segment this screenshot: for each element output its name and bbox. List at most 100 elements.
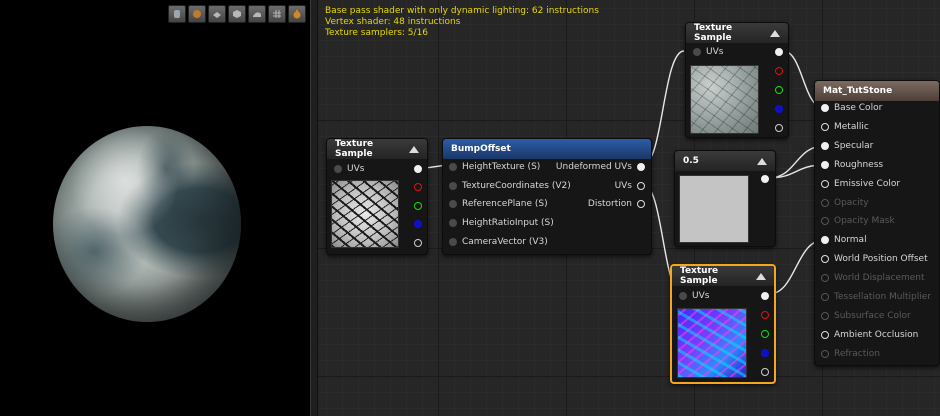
r-output-pin[interactable] [761, 311, 769, 319]
uvs-input-pin[interactable] [334, 165, 342, 173]
constant-preview-swatch [679, 175, 749, 243]
b-output-pin[interactable] [761, 349, 769, 357]
preview-cube-button[interactable] [228, 5, 246, 23]
material-graph-canvas[interactable]: Base pass shader with only dynamic light… [318, 0, 940, 416]
roughness-pin[interactable] [821, 160, 829, 169]
world-position-offset-pin[interactable] [821, 255, 829, 264]
stats-texture-samplers: Texture samplers: 5/16 [325, 28, 429, 38]
rgb-output-pin[interactable] [761, 292, 769, 300]
result-pin-row-world-displacement[interactable]: World Displacement [815, 270, 939, 286]
texture-sample-node-base[interactable]: Texture Sample UVs [685, 22, 789, 138]
rgb-output-pin[interactable] [414, 165, 422, 173]
value-output-pin[interactable] [761, 175, 769, 183]
result-pin-row-roughness[interactable]: Roughness [815, 157, 939, 173]
result-pin-row-specular[interactable]: Specular [815, 138, 939, 154]
result-pin-row-emissive-color[interactable]: Emissive Color [815, 176, 939, 192]
realtime-toggle-button[interactable] [288, 5, 306, 23]
collapse-arrow-icon[interactable] [757, 157, 767, 165]
node-title: Texture Sample [694, 23, 733, 43]
result-pin-row-tessellation-multiplier[interactable]: Tessellation Multiplier [815, 289, 939, 305]
preview-mesh-button[interactable] [248, 5, 266, 23]
stats-vertex-shader: Vertex shader: 48 instructions [325, 17, 461, 27]
cylinder-icon [174, 10, 180, 18]
result-pin-row-subsurface-color[interactable]: Subsurface Color [815, 308, 939, 324]
metallic-pin[interactable] [821, 122, 829, 131]
node-header[interactable]: Texture Sample [672, 266, 774, 286]
node-header[interactable]: BumpOffset [443, 139, 651, 159]
uvs-label: UVs [692, 291, 710, 301]
emissive-color-pin[interactable] [821, 179, 829, 188]
plane-icon [213, 12, 221, 18]
tessellation-multiplier-pin[interactable] [821, 293, 829, 301]
ambient-occlusion-pin[interactable] [821, 330, 829, 339]
result-pin-row-base-color[interactable]: Base Color [815, 100, 939, 116]
result-pin-row-opacity[interactable]: Opacity [815, 195, 939, 211]
result-pin-row-metallic[interactable]: Metallic [815, 119, 939, 135]
base-color-pin[interactable] [821, 104, 829, 112]
camera-vector-pin[interactable] [449, 238, 457, 246]
constant-value: 0.5 [683, 156, 699, 166]
collapse-arrow-icon[interactable] [409, 145, 419, 153]
r-output-pin[interactable] [775, 67, 783, 75]
a-output-pin[interactable] [775, 124, 783, 132]
metallic-label: Metallic [834, 121, 869, 132]
bump-offset-node[interactable]: BumpOffset HeightTexture (S) TextureCoor… [442, 138, 652, 255]
ambient-occlusion-label: Ambient Occlusion [834, 329, 919, 340]
collapse-arrow-icon[interactable] [756, 272, 766, 280]
viewport-toolbar [168, 5, 306, 23]
result-pin-row-world-position-offset[interactable]: World Position Offset [815, 251, 939, 267]
node-title: Texture Sample [335, 139, 374, 159]
toggle-grid-button[interactable] [268, 5, 286, 23]
g-output-pin[interactable] [761, 330, 769, 338]
uvs-label: UVs [347, 164, 365, 174]
opacity-mask-pin[interactable] [821, 217, 829, 226]
opacity-pin[interactable] [821, 198, 829, 207]
rgb-output-pin[interactable] [775, 48, 783, 56]
preview-sphere-button[interactable] [188, 5, 206, 23]
grid-icon [273, 10, 281, 18]
texture-thumbnail [690, 65, 759, 134]
preview-cylinder-button[interactable] [168, 5, 186, 23]
undeformed-uvs-pin[interactable] [637, 163, 645, 171]
uvs-output-pin[interactable] [637, 182, 645, 190]
preview-plane-button[interactable] [208, 5, 226, 23]
distortion-pin[interactable] [637, 200, 645, 208]
collapse-arrow-icon[interactable] [770, 29, 780, 37]
a-output-pin[interactable] [761, 368, 769, 376]
texture-sample-node-bump[interactable]: Texture Sample UVs [326, 138, 428, 255]
material-name: Mat_TutStone [823, 86, 893, 96]
a-output-pin[interactable] [414, 239, 422, 247]
normal-pin[interactable] [821, 236, 829, 245]
refraction-label: Refraction [834, 348, 880, 359]
material-result-node[interactable]: Mat_TutStone Base Color Metallic Specular R… [814, 80, 940, 366]
b-output-pin[interactable] [414, 220, 422, 228]
refraction-pin[interactable] [821, 349, 829, 358]
panel-splitter[interactable] [310, 0, 318, 416]
b-output-pin[interactable] [775, 105, 783, 113]
texture-sample-node-normal[interactable]: Texture Sample UVs [670, 264, 776, 384]
g-output-pin[interactable] [775, 86, 783, 94]
node-header[interactable]: Texture Sample [327, 139, 427, 159]
result-pin-row-opacity-mask[interactable]: Opacity Mask [815, 213, 939, 229]
uvs-input-pin[interactable] [679, 292, 687, 300]
stats-base-pass: Base pass shader with only dynamic light… [325, 6, 599, 16]
shader-stats: Base pass shader with only dynamic light… [325, 6, 599, 39]
g-output-pin[interactable] [414, 202, 422, 210]
result-pin-row-refraction[interactable]: Refraction [815, 346, 939, 362]
r-output-pin[interactable] [414, 183, 422, 191]
subsurface-color-pin[interactable] [821, 311, 829, 320]
height-ratio-input-pin[interactable] [449, 219, 457, 227]
specular-pin[interactable] [821, 141, 829, 150]
result-pin-row-normal[interactable]: Normal [815, 232, 939, 248]
uvs-input-pin[interactable] [693, 48, 701, 56]
preview-viewport[interactable] [0, 0, 310, 416]
world-displacement-label: World Displacement [834, 273, 925, 284]
node-header[interactable]: 0.5 [675, 151, 775, 171]
texture-thumbnail [331, 180, 399, 248]
constant-node[interactable]: 0.5 [674, 150, 776, 247]
result-pin-row-ambient-occlusion[interactable]: Ambient Occlusion [815, 327, 939, 343]
normal-label: Normal [834, 235, 867, 246]
node-header[interactable]: Texture Sample [686, 23, 788, 43]
node-header[interactable]: Mat_TutStone [815, 81, 939, 101]
world-displacement-pin[interactable] [821, 274, 829, 283]
